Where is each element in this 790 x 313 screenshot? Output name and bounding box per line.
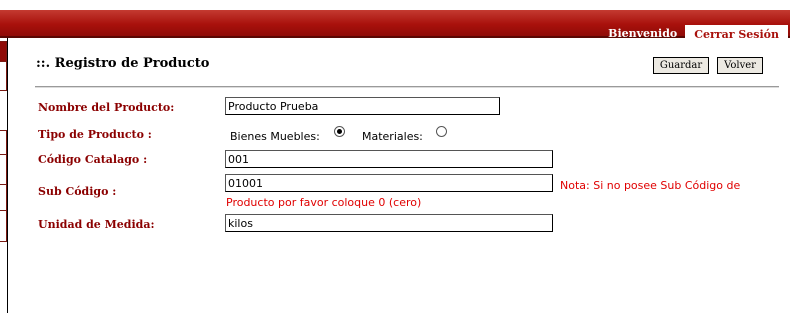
save-button[interactable]: Guardar xyxy=(653,57,709,74)
unit-field[interactable]: kilos xyxy=(225,214,553,232)
radio-materiales[interactable] xyxy=(436,126,447,137)
radio-bienes-muebles[interactable] xyxy=(334,126,345,137)
sidebar-tab[interactable] xyxy=(0,210,7,242)
product-name-label: Nombre del Producto: xyxy=(38,101,175,114)
sidebar-tab[interactable] xyxy=(0,61,7,91)
sidebar-tab[interactable] xyxy=(0,130,7,156)
sub-code-field[interactable]: 01001 xyxy=(225,174,553,192)
radio-materiales-label: Materiales: xyxy=(362,130,423,143)
radio-selected-dot xyxy=(337,129,342,134)
header-bar: Bienvenido Cerrar Sesión xyxy=(0,10,790,44)
sidebar-tab[interactable] xyxy=(0,154,7,186)
sidebar xyxy=(0,38,7,313)
sidebar-tab[interactable] xyxy=(0,184,7,212)
sub-code-note: Nota: Si no posee Sub Código de xyxy=(560,179,741,192)
logout-link[interactable]: Cerrar Sesión xyxy=(685,25,788,44)
sub-code-label: Sub Código : xyxy=(38,185,117,198)
sub-code-note-continued: Producto por favor coloque 0 (cero) xyxy=(226,196,422,209)
sidebar-tab-active[interactable] xyxy=(0,41,7,63)
title-divider xyxy=(35,86,779,88)
radio-bienes-label: Bienes Muebles: xyxy=(230,130,320,143)
top-nav: Bienvenido Cerrar Sesión xyxy=(600,25,788,44)
welcome-link[interactable]: Bienvenido xyxy=(600,25,685,42)
catalog-code-label: Código Catalago : xyxy=(38,153,148,166)
sidebar-divider xyxy=(7,38,8,313)
back-button[interactable]: Volver xyxy=(717,57,763,74)
page-title: ::. Registro de Producto xyxy=(36,56,210,71)
catalog-code-field[interactable]: 001 xyxy=(225,150,553,168)
unit-label: Unidad de Medida: xyxy=(38,218,155,231)
product-type-label: Tipo de Producto : xyxy=(38,128,152,141)
product-name-field[interactable]: Producto Prueba xyxy=(225,97,500,115)
